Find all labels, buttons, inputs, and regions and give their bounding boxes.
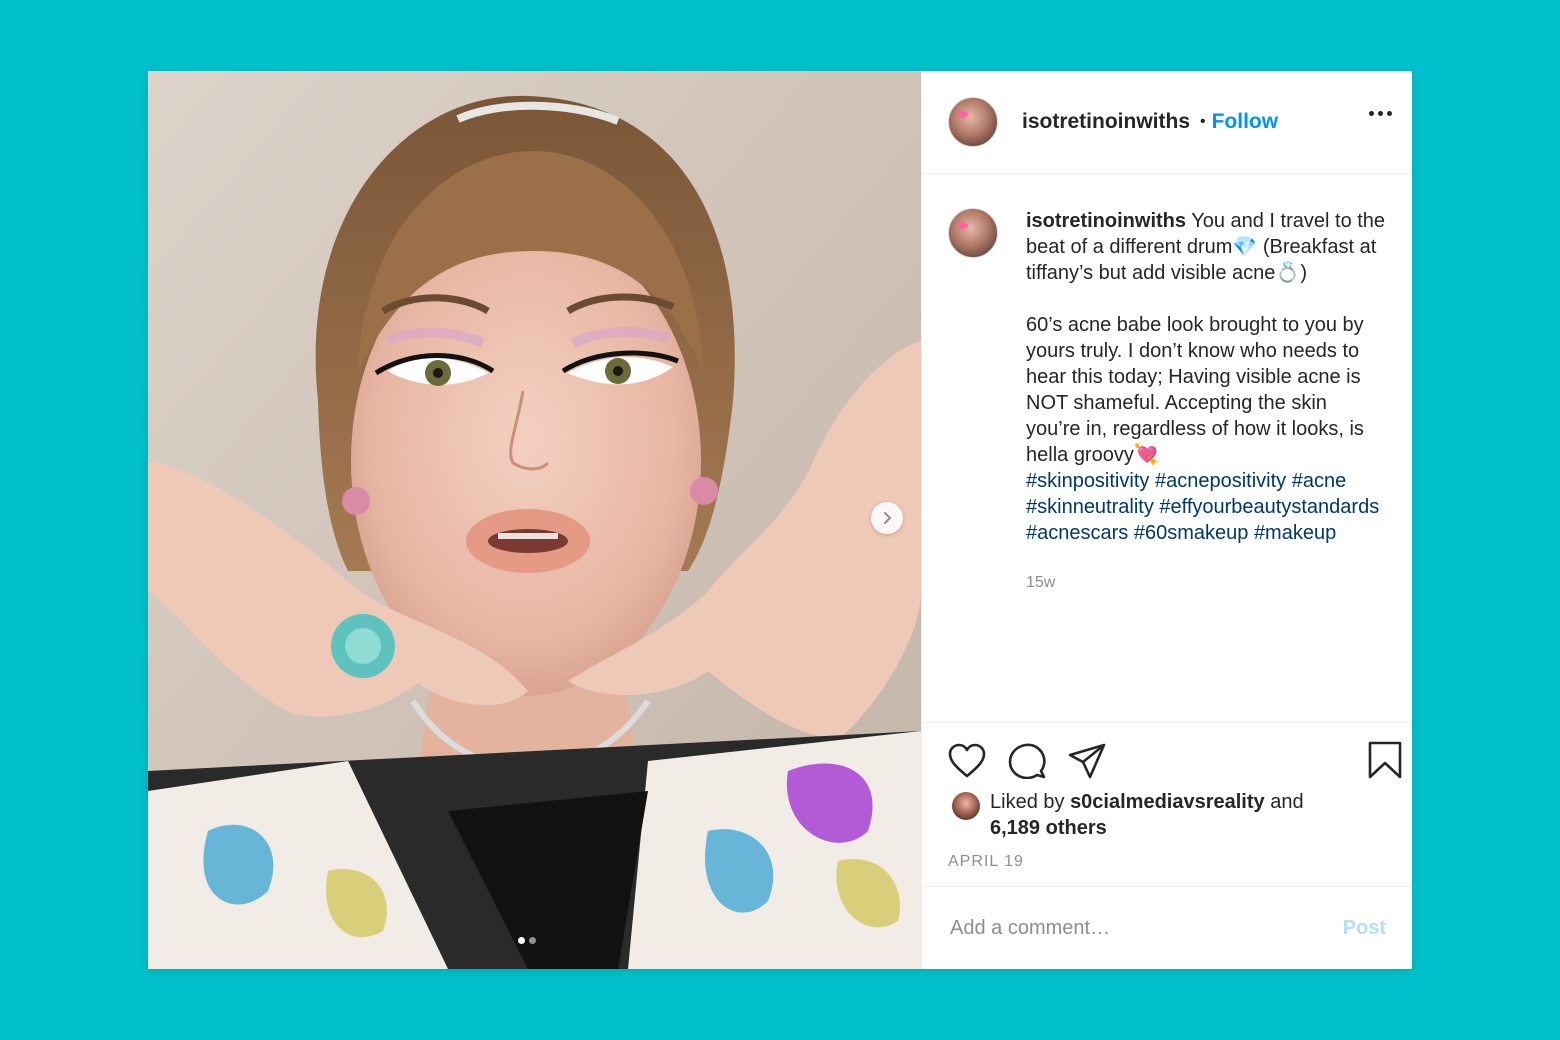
caption-time-ago[interactable]: 15w (1026, 570, 1386, 596)
heart-icon[interactable] (948, 743, 986, 779)
hashtag-link[interactable]: #acnepositivity (1155, 470, 1286, 492)
caption-area: isotretinoinwiths You and I travel to th… (922, 174, 1412, 723)
hashtag-link[interactable]: #skinpositivity (1026, 470, 1149, 492)
hashtag-link[interactable]: #acnescars (1026, 522, 1128, 544)
liked-by-text: Liked by s0cialmediavsreality and 6,189 … (990, 789, 1304, 841)
caption-author-avatar[interactable] (948, 208, 998, 258)
caption-text-2: 60’s acne babe look brought to you by yo… (1026, 314, 1364, 466)
post-comment-button[interactable]: Post (1343, 917, 1386, 940)
liked-by-conjunction: and (1270, 791, 1304, 813)
comment-box: Post (922, 887, 1412, 969)
liked-by-user[interactable]: s0cialmediavsreality (1070, 791, 1265, 813)
follow-button[interactable]: Follow (1212, 110, 1279, 134)
hashtag-link[interactable]: #makeup (1254, 522, 1336, 544)
likes-count[interactable]: 6,189 others (990, 817, 1107, 839)
caption-username[interactable]: isotretinoinwiths (1026, 210, 1186, 232)
post-side-panel: isotretinoinwiths • Follow isotretinoinw… (921, 71, 1412, 969)
post-actions: Liked by s0cialmediavsreality and 6,189 … (922, 723, 1412, 887)
caption: isotretinoinwiths You and I travel to th… (1026, 208, 1386, 596)
action-icons (948, 743, 1106, 779)
bookmark-icon[interactable] (1368, 741, 1402, 779)
post-photo[interactable] (148, 71, 921, 969)
post-header: isotretinoinwiths • Follow (922, 71, 1412, 174)
comment-icon[interactable] (1008, 743, 1046, 779)
author-avatar[interactable] (948, 97, 998, 147)
portrait-image (148, 71, 921, 969)
post-date[interactable]: APRIL 19 (948, 853, 1024, 871)
hashtags: #skinpositivity #acnepositivity #acne #s… (1026, 468, 1386, 546)
instagram-post-card: isotretinoinwiths • Follow isotretinoinw… (148, 71, 1412, 969)
liked-by: Liked by s0cialmediavsreality and 6,189 … (952, 789, 1304, 841)
chevron-right-icon (884, 512, 892, 524)
carousel-dot-2 (529, 937, 536, 944)
author-username[interactable]: isotretinoinwiths (1022, 110, 1190, 134)
hashtag-link[interactable]: #skinneutrality (1026, 496, 1154, 518)
carousel-indicator (518, 937, 536, 944)
hashtag-link[interactable]: #acne (1292, 470, 1347, 492)
hashtag-link[interactable]: #60smakeup (1134, 522, 1249, 544)
liker-avatar[interactable] (952, 792, 980, 820)
caption-paragraph-1: isotretinoinwiths You and I travel to th… (1026, 208, 1386, 286)
comment-input[interactable] (948, 915, 1312, 941)
share-icon[interactable] (1068, 743, 1106, 779)
carousel-dot-1 (518, 937, 525, 944)
liked-by-prefix: Liked by (990, 791, 1065, 813)
more-options-icon[interactable] (1369, 111, 1392, 116)
header-separator: • (1200, 113, 1206, 130)
carousel-next-button[interactable] (871, 502, 903, 534)
hashtag-link[interactable]: #effyourbeautystandards (1159, 496, 1379, 518)
